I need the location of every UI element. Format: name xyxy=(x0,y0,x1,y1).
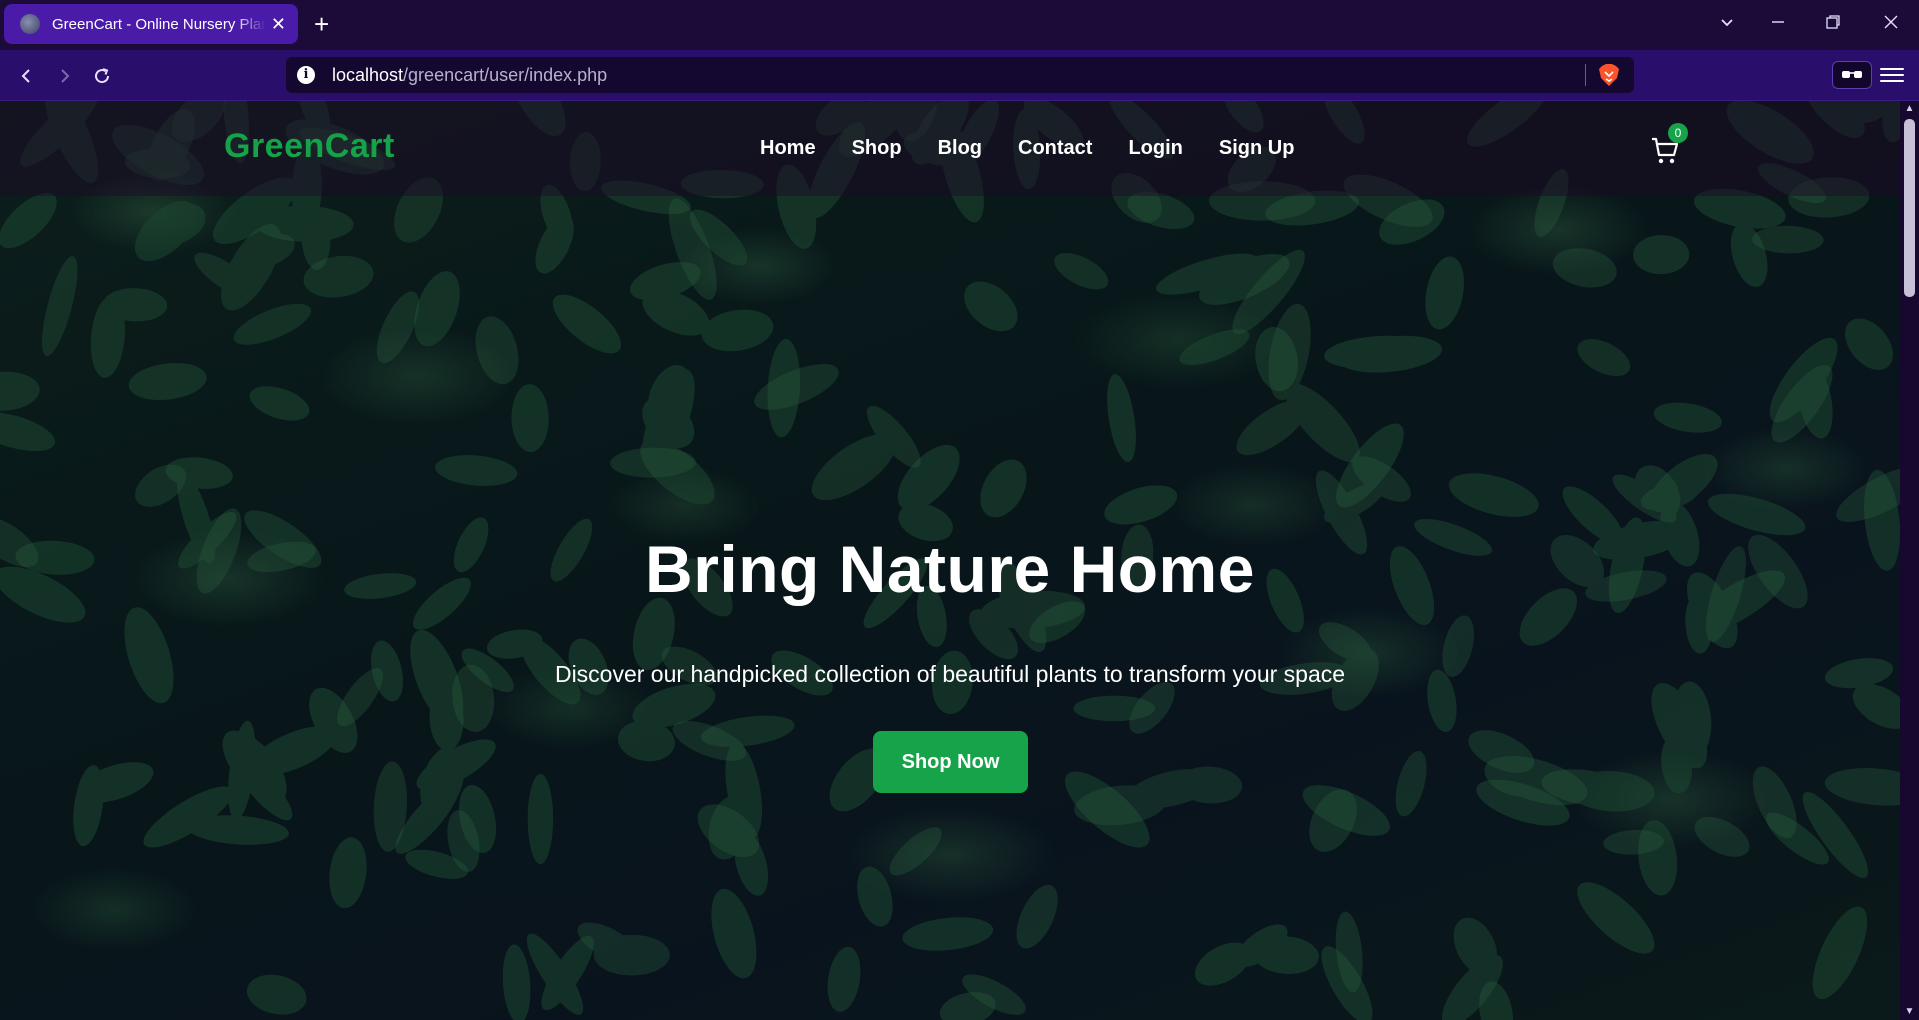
back-arrow-icon[interactable] xyxy=(13,62,41,90)
reload-icon[interactable] xyxy=(88,62,116,90)
hero-title: Bring Nature Home xyxy=(645,532,1255,606)
browser-toolbar: i localhost/greencart/user/index.php xyxy=(0,50,1919,101)
url-path: /greencart/user/index.php xyxy=(403,65,608,85)
browser-tab-bar: GreenCart - Online Nursery Plant Shop ✕ … xyxy=(0,0,1919,50)
active-tab[interactable]: GreenCart - Online Nursery Plant Shop ✕ xyxy=(4,4,298,44)
scroll-down-arrow-icon[interactable]: ▼ xyxy=(1900,1004,1919,1020)
reader-mode-icon[interactable] xyxy=(1832,61,1872,89)
url-host: localhost xyxy=(332,65,404,85)
close-window-icon[interactable] xyxy=(1879,12,1903,36)
url-text[interactable]: localhost/greencart/user/index.php xyxy=(332,65,607,86)
forward-arrow-icon[interactable] xyxy=(50,62,78,90)
shop-now-button[interactable]: Shop Now xyxy=(873,731,1028,793)
scroll-up-arrow-icon[interactable]: ▲ xyxy=(1900,101,1919,117)
restore-icon[interactable] xyxy=(1821,12,1845,36)
new-tab-button[interactable]: + xyxy=(314,10,329,38)
page-scrollbar[interactable]: ▲ ▼ xyxy=(1900,101,1919,1020)
hero-section: Bring Nature Home Discover our handpicke… xyxy=(0,101,1900,1020)
scrollbar-thumb[interactable] xyxy=(1904,119,1915,297)
address-bar[interactable]: i localhost/greencart/user/index.php xyxy=(286,57,1634,93)
hamburger-menu-icon[interactable] xyxy=(1880,64,1904,86)
globe-icon xyxy=(20,14,40,34)
address-bar-divider xyxy=(1585,64,1586,86)
minimize-icon[interactable] xyxy=(1766,12,1790,36)
tab-search-chevron-icon[interactable] xyxy=(1715,12,1739,36)
tab-title: GreenCart - Online Nursery Plant Shop xyxy=(52,15,266,33)
info-icon[interactable]: i xyxy=(297,66,315,84)
brave-lion-icon[interactable] xyxy=(1598,63,1620,92)
hero-subtitle: Discover our handpicked collection of be… xyxy=(554,661,1346,687)
page-viewport: GreenCart Home Shop Blog Contact Login S… xyxy=(0,101,1900,1020)
close-tab-icon[interactable]: ✕ xyxy=(271,15,286,33)
